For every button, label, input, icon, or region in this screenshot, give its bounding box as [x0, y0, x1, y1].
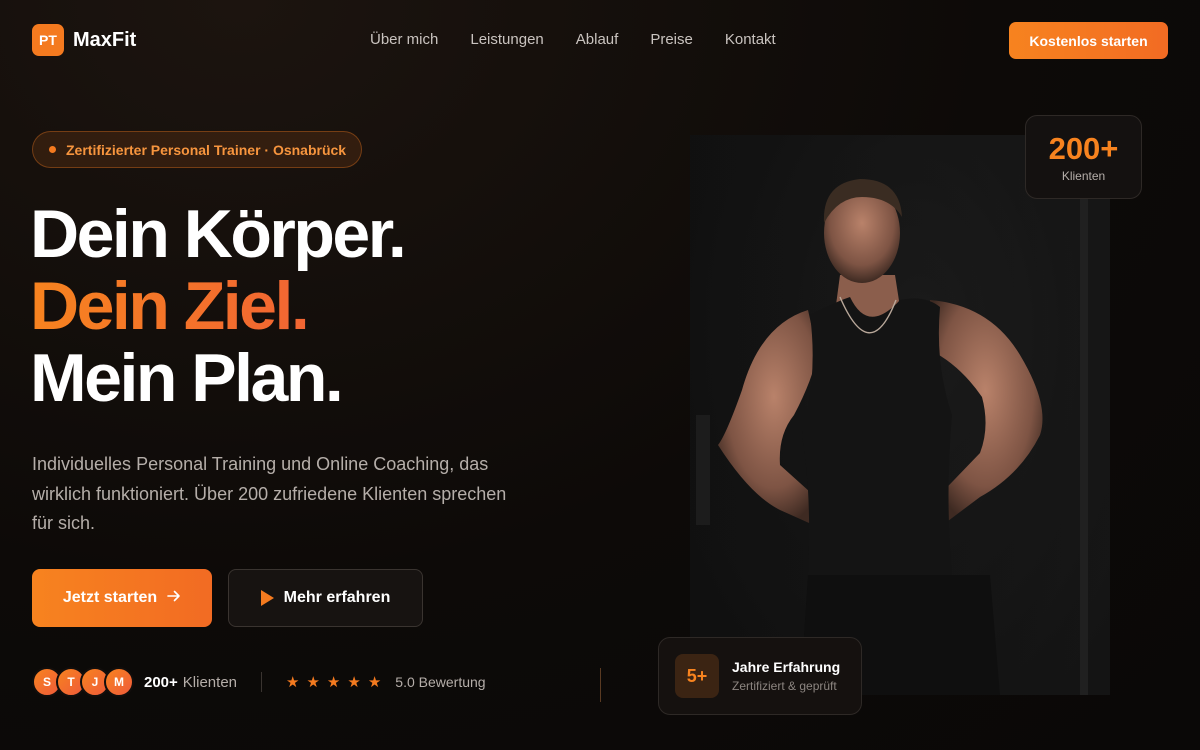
hero-description: Individuelles Personal Training und Onli… — [32, 454, 507, 533]
client-avatars: S T J M — [32, 667, 134, 697]
star-icon: ★ — [286, 674, 300, 691]
star-icon: ★ — [326, 674, 341, 691]
experience-card: 5+ Jahre Erfahrung Zertifiziert & geprüf… — [658, 637, 862, 715]
stat-value: 200+ — [1048, 130, 1119, 166]
top-navigation: PT MaxFit Über mich Leistungen Ablauf Pr… — [0, 0, 1200, 80]
play-icon — [260, 590, 274, 606]
brand-name: MaxFit — [73, 28, 137, 51]
certified-trainer-badge: Zertifizierter Personal Trainer · Osnabr… — [32, 131, 363, 168]
rating-text: 5.0 Bewertung — [395, 674, 486, 690]
star-icon: ★ — [367, 674, 382, 691]
clients-label: Klienten — [182, 673, 238, 691]
badge-text: Zertifizierter Personal Trainer · Osnabr… — [66, 141, 347, 158]
learn-more-label: Mehr erfahren — [283, 589, 391, 606]
arrow-right-icon — [167, 589, 181, 607]
experience-text: Jahre Erfahrung Zertifiziert & geprüft — [732, 659, 840, 693]
experience-title: Jahre Erfahrung — [732, 659, 841, 675]
nav-link-leistungen[interactable]: Leistungen — [470, 31, 543, 48]
learn-more-button[interactable]: Mehr erfahren — [228, 569, 423, 627]
social-proof: S T J M 200+ Klienten ★ ★ ★ ★ ★ 5.0 Bewe… — [32, 667, 486, 697]
trainer-figure-illustration — [690, 135, 1110, 695]
nav-link-ablauf[interactable]: Ablauf — [576, 31, 619, 48]
nav-link-kontakt[interactable]: Kontakt — [725, 31, 776, 48]
clients-stat-card: 200+ Klienten — [1025, 115, 1142, 199]
hero-headline: Dein Körper. Dein Ziel. Mein Plan. — [30, 196, 407, 416]
rating-stars: ★ ★ ★ ★ ★ — [286, 673, 381, 691]
headline-line-2: Dein Ziel. — [30, 270, 404, 342]
start-now-label: Jetzt starten — [62, 589, 158, 606]
logo-badge: PT — [32, 24, 64, 56]
nav-link-preise[interactable]: Preise — [650, 31, 693, 48]
brand-logo[interactable]: PT MaxFit — [32, 24, 136, 56]
nav-links: Über mich Leistungen Ablauf Preise Konta… — [370, 31, 776, 48]
star-icon: ★ — [306, 674, 320, 691]
decorative-divider — [600, 668, 601, 702]
divider — [261, 672, 263, 692]
avatar: M — [104, 667, 134, 697]
headline-line-3: Mein Plan. — [30, 340, 344, 416]
trainer-photo — [690, 135, 1110, 695]
free-start-button[interactable]: Kostenlos starten — [1009, 22, 1168, 59]
headline-line-1: Dein Körper. — [30, 196, 407, 272]
nav-link-ueber-mich[interactable]: Über mich — [370, 31, 438, 48]
experience-subtitle: Zertifiziert & geprüft — [732, 679, 837, 693]
status-dot-icon — [49, 146, 56, 153]
start-now-button[interactable]: Jetzt starten — [32, 569, 212, 627]
star-icon: ★ — [347, 674, 361, 691]
clients-count: 200+ — [144, 673, 178, 691]
experience-value: 5+ — [675, 654, 719, 698]
stat-label: Klienten — [1061, 168, 1106, 183]
